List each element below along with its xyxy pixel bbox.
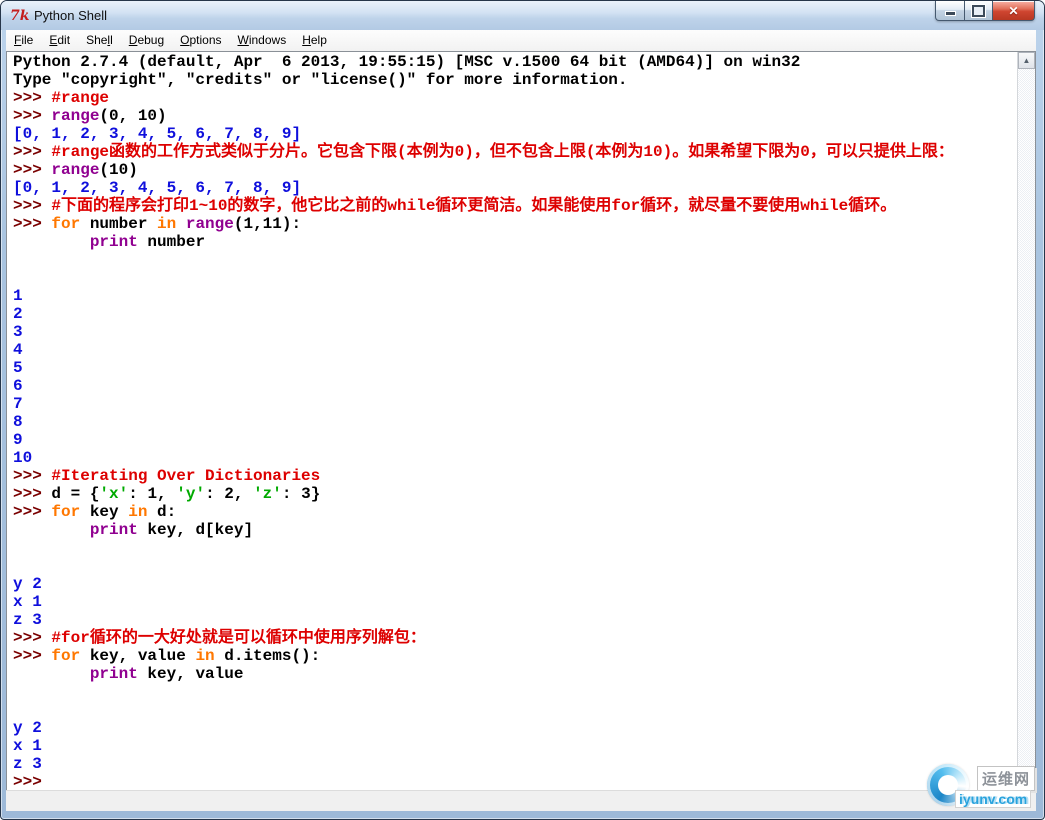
- shell-line: y 2: [13, 575, 42, 593]
- shell-line: [0, 1, 2, 3, 4, 5, 6, 7, 8, 9]: [13, 179, 302, 197]
- watermark-site-name: 运维网: [977, 766, 1036, 791]
- shell-line: 5: [13, 359, 23, 377]
- shell-line: >>> #Iterating Over Dictionaries: [13, 467, 321, 485]
- shell-line: >>> for number in range(1,11):: [13, 215, 302, 233]
- shell-line: [0, 1, 2, 3, 4, 5, 6, 7, 8, 9]: [13, 125, 302, 143]
- shell-line: Type "copyright", "credits" or "license(…: [13, 71, 628, 89]
- watermark-site-url: iyunv.com: [955, 790, 1032, 808]
- minimize-icon: [944, 11, 956, 16]
- python-shell-window: 7k Python Shell ✕ File Edit Shell Debug Opti…: [0, 0, 1045, 820]
- shell-line: >>> for key in d:: [13, 503, 177, 521]
- shell-line: >>>: [13, 773, 42, 790]
- window-controls: ✕: [935, 1, 1035, 21]
- menu-options[interactable]: Options: [172, 30, 229, 51]
- menu-shell[interactable]: Shell: [78, 30, 121, 51]
- shell-line: print number: [89, 233, 206, 251]
- shell-line: print key, value: [89, 665, 244, 683]
- close-icon: ✕: [1008, 3, 1019, 18]
- menu-windows[interactable]: Windows: [230, 30, 295, 51]
- shell-line: y 2: [13, 719, 42, 737]
- shell-line: >>> #for循环的一大好处就是可以循环中使用序列解包：: [13, 629, 426, 647]
- tk-icon: 7k: [10, 7, 30, 24]
- shell-line: 10: [13, 449, 33, 467]
- shell-line: Python 2.7.4 (default, Apr 6 2013, 19:55…: [13, 53, 801, 71]
- shell-line: >>> #下面的程序会打印1~10的数字，他它比之前的while循环更简洁。如果…: [13, 197, 897, 215]
- shell-line: >>> #range函数的工作方式类似于分片。它包含下限(本例为0)，但不包含上…: [13, 143, 954, 161]
- vertical-scrollbar[interactable]: ▲ ▼: [1017, 52, 1035, 790]
- menu-file[interactable]: File: [6, 30, 41, 51]
- title-bar[interactable]: 7k Python Shell ✕: [1, 1, 1044, 30]
- menu-debug[interactable]: Debug: [121, 30, 172, 51]
- shell-line: print key, d[key]: [89, 521, 254, 539]
- shell-line: x 1: [13, 593, 42, 611]
- shell-client-area: Python 2.7.4 (default, Apr 6 2013, 19:55…: [6, 51, 1036, 791]
- shell-line: >>> d = {'x': 1, 'y': 2, 'z': 3}: [13, 485, 321, 503]
- shell-line: z 3: [13, 755, 42, 773]
- shell-line: 4: [13, 341, 23, 359]
- shell-line: 7: [13, 395, 23, 413]
- shell-line: 2: [13, 305, 23, 323]
- window-bottom-strip: [6, 790, 1036, 811]
- menu-bar: File Edit Shell Debug Options Windows Help: [6, 30, 1036, 52]
- shell-line: 9: [13, 431, 23, 449]
- shell-line: 6: [13, 377, 23, 395]
- shell-line: 1: [13, 287, 23, 305]
- close-button[interactable]: ✕: [993, 1, 1035, 21]
- window-title: Python Shell: [34, 8, 107, 23]
- watermark: 运维网 iyunv.com: [919, 758, 1041, 816]
- shell-line: >>> range(10): [13, 161, 138, 179]
- menu-edit[interactable]: Edit: [41, 30, 78, 51]
- shell-line: 8: [13, 413, 23, 431]
- scroll-up-button[interactable]: ▲: [1018, 52, 1035, 69]
- minimize-button[interactable]: [935, 1, 965, 21]
- shell-line: x 1: [13, 737, 42, 755]
- shell-line: >>> range(0, 10): [13, 107, 167, 125]
- shell-output[interactable]: Python 2.7.4 (default, Apr 6 2013, 19:55…: [7, 52, 1018, 790]
- shell-line: 3: [13, 323, 23, 341]
- menu-help[interactable]: Help: [294, 30, 335, 51]
- shell-line: >>> for key, value in d.items():: [13, 647, 321, 665]
- shell-line: >>> #range: [13, 89, 110, 107]
- maximize-button[interactable]: [965, 1, 993, 21]
- maximize-icon: [971, 3, 986, 18]
- shell-line: z 3: [13, 611, 42, 629]
